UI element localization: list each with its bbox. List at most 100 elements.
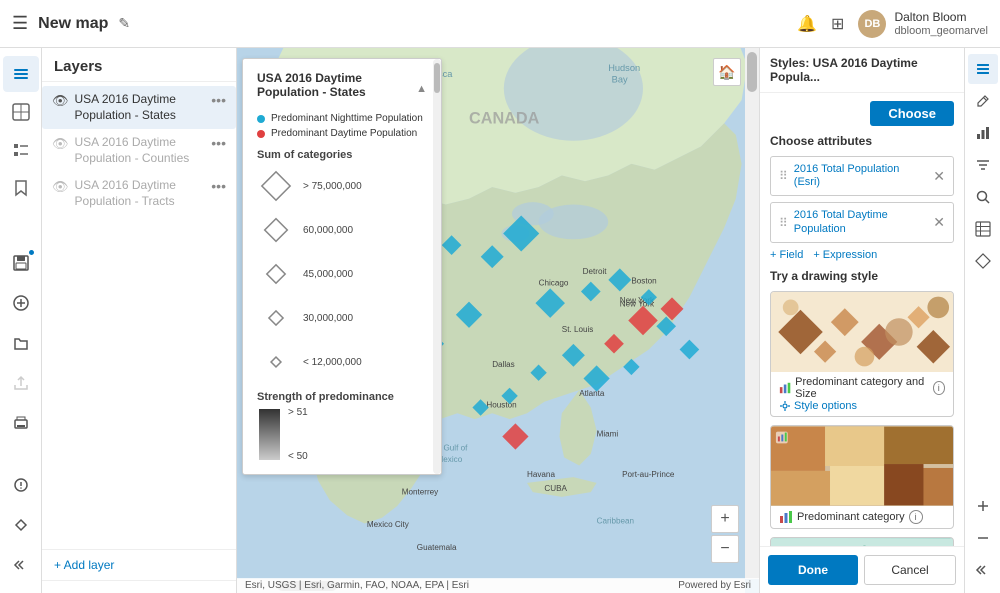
far-right-filter-icon[interactable] [968, 150, 998, 180]
layer-more-icon[interactable]: ••• [211, 92, 226, 108]
sidebar-item-whats-next[interactable] [3, 507, 39, 543]
hamburger-icon[interactable]: ☰ [12, 13, 28, 34]
zoom-out-button[interactable]: − [711, 535, 739, 563]
far-right-collapse-icon[interactable] [968, 555, 998, 585]
layer-more-icon[interactable]: ••• [211, 135, 226, 151]
layers-panel: Layers 👁 USA 2016 Daytime Population - S… [42, 48, 237, 593]
legend-diamonds: > 75,000,000 60,000,000 45,000,000 30,00… [257, 167, 427, 381]
info-icon: i [933, 381, 945, 395]
diamond-large [257, 167, 295, 205]
remove-attribute-button[interactable]: ✕ [933, 168, 945, 185]
share-icon [13, 375, 29, 391]
style-card-predominant-category[interactable]: Predominant category i [770, 425, 954, 529]
map-title: New map [38, 15, 108, 33]
layer-visibility-icon[interactable]: 👁 [52, 136, 69, 152]
sidebar-item-bookmarks[interactable] [3, 170, 39, 206]
gradient-bar [257, 407, 282, 462]
svg-text:St. Louis: St. Louis [562, 325, 594, 334]
far-right-analysis-icon[interactable] [968, 118, 998, 148]
sidebar-item-layers[interactable] [3, 56, 39, 92]
map-zoom-controls: + − [711, 505, 739, 563]
nighttime-label: Predominant Nighttime Population [271, 113, 423, 124]
layer-visibility-icon[interactable]: 👁 [52, 179, 69, 195]
layer-item[interactable]: 👁 USA 2016 Daytime Population - Tracts •… [42, 172, 236, 215]
add-expression-button[interactable]: + Expression [813, 249, 877, 261]
sidebar-item-print[interactable] [3, 405, 39, 441]
edit-title-icon[interactable]: ✎ [118, 15, 130, 32]
svg-text:Havana: Havana [527, 470, 555, 479]
map-home-button[interactable]: 🏠 [713, 58, 741, 86]
left-sidebar [0, 48, 42, 593]
layers-icon [12, 65, 30, 83]
layer-item[interactable]: 👁 USA 2016 Daytime Population - Counties… [42, 129, 236, 172]
far-right-layers-icon[interactable] [968, 54, 998, 84]
style-card-label: Predominant category [797, 511, 905, 523]
sidebar-item-share-map[interactable] [3, 365, 39, 401]
sidebar-item-save[interactable] [3, 245, 39, 281]
top-bar-right: 🔔 ⊞ DB Dalton Bloom dbloom_geomarvel [797, 10, 988, 38]
zoom-in-button[interactable]: + [711, 505, 739, 533]
drag-handle-icon[interactable]: ⠿ [779, 169, 788, 183]
sidebar-item-open-existing-map[interactable] [3, 325, 39, 361]
remove-attribute-button[interactable]: ✕ [933, 214, 945, 231]
sidebar-item-legend[interactable] [3, 132, 39, 168]
add-layer-button[interactable]: + Add layer [54, 558, 224, 572]
layers-panel-header: Layers [42, 48, 236, 82]
drag-handle-icon[interactable]: ⠿ [779, 216, 788, 230]
svg-text:Gulf of: Gulf of [443, 443, 468, 452]
svg-text:Monterrey: Monterrey [402, 488, 439, 497]
layer-visibility-icon[interactable]: 👁 [52, 93, 69, 109]
layers-panel-bottom [42, 580, 236, 593]
user-info[interactable]: DB Dalton Bloom dbloom_geomarvel [858, 10, 988, 38]
top-bar: ☰ New map ✎ 🔔 ⊞ DB Dalton Bloom dbloom_g… [0, 0, 1000, 48]
done-button[interactable]: Done [768, 555, 858, 585]
style-card-dot-density[interactable]: Dot Density i [770, 537, 954, 546]
svg-text:Chicago: Chicago [539, 279, 569, 288]
far-right-search-icon[interactable] [968, 182, 998, 212]
choose-button[interactable]: Choose [870, 101, 954, 126]
diamond-row: 60,000,000 [257, 211, 427, 249]
search-icon [975, 189, 991, 205]
add-field-button[interactable]: + Field [770, 249, 803, 261]
far-right-diamond-icon[interactable] [968, 246, 998, 276]
far-right-table-icon[interactable] [968, 214, 998, 244]
layer-item[interactable]: 👁 USA 2016 Daytime Population - States •… [42, 86, 236, 129]
sidebar-item-feedback[interactable] [3, 467, 39, 503]
create-map-icon [13, 295, 29, 311]
bell-icon[interactable]: 🔔 [797, 14, 817, 34]
diamond-label: < 12,000,000 [303, 357, 362, 368]
attribute-item: ⠿ 2016 Total Population (Esri) ✕ [770, 156, 954, 196]
svg-text:CUBA: CUBA [544, 484, 567, 493]
grid-icon[interactable]: ⊞ [831, 14, 844, 34]
diamond-icon [975, 253, 991, 269]
style-card-predominant-size[interactable]: Predominant category and Size i Style op… [770, 291, 954, 417]
print-icon [13, 415, 29, 431]
open-map-icon [13, 335, 29, 351]
analysis-icon [975, 125, 991, 141]
right-panel: Styles: USA 2016 Daytime Popula... Choos… [759, 48, 964, 593]
svg-text:CANADA: CANADA [469, 109, 540, 127]
expand-icon [975, 562, 991, 578]
cancel-button[interactable]: Cancel [864, 555, 956, 585]
far-right-zoom-in-icon[interactable] [968, 491, 998, 521]
sidebar-item-collapse[interactable] [3, 547, 39, 583]
legend-popup-title: USA 2016 Daytime Population - States [257, 71, 416, 99]
style-options-link[interactable]: Style options [779, 400, 945, 412]
far-right-edit-icon[interactable] [968, 86, 998, 116]
style-section-label: Try a drawing style [770, 269, 954, 283]
nighttime-dot [257, 115, 265, 123]
map-vertical-scrollbar[interactable] [745, 48, 759, 579]
layer-more-icon[interactable]: ••• [211, 178, 226, 194]
legend-scrollbar[interactable] [433, 59, 441, 474]
layer-name: USA 2016 Daytime Population - Counties [75, 135, 206, 166]
far-right-zoom-out-icon[interactable] [968, 523, 998, 553]
bookmarks-icon [12, 179, 30, 197]
svg-text:Port-au-Prince: Port-au-Prince [622, 470, 675, 479]
map-area[interactable]: Lake Athabasca Hudson Bay CANADA Edmonto… [237, 48, 759, 593]
sidebar-item-basemap[interactable] [3, 94, 39, 130]
legend-scroll-up[interactable]: ▲ [416, 83, 427, 95]
sidebar-item-create-new-map[interactable] [3, 285, 39, 321]
layer-name: USA 2016 Daytime Population - Tracts [75, 178, 206, 209]
style-card-footer-2: Predominant category i [771, 506, 953, 528]
attribute-label: 2016 Total Daytime Population [794, 209, 927, 235]
